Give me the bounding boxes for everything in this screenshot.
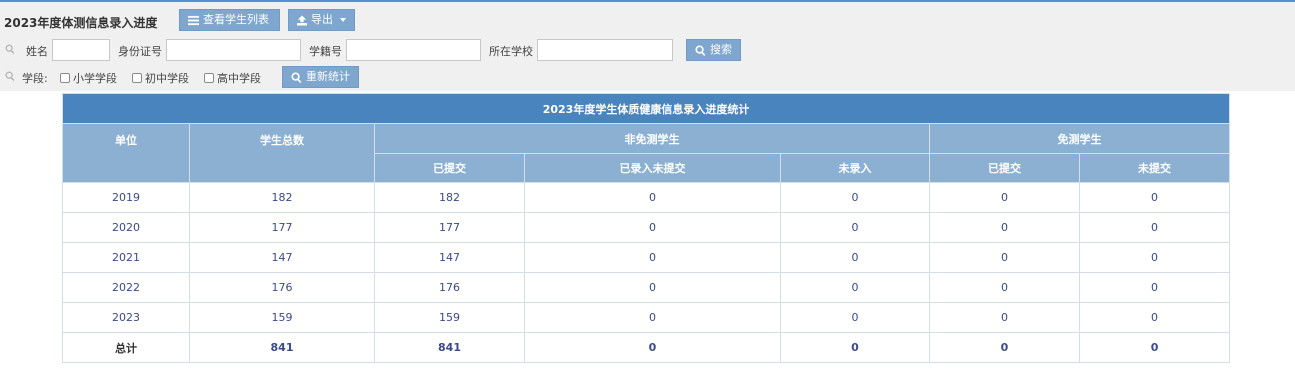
table-cell: 176 — [374, 272, 525, 303]
primary-stage-checkbox[interactable] — [60, 73, 70, 83]
table-cell: 0 — [780, 212, 930, 243]
view-student-list-label: 查看学生列表 — [203, 13, 269, 26]
search-icon — [5, 44, 15, 54]
table-cell: 2020 — [62, 212, 190, 243]
table-row: 2022 176 176 0 0 0 0 — [62, 272, 1231, 303]
table-cell: 0 — [524, 272, 781, 303]
total-row: 总计 841 841 0 0 0 0 — [62, 332, 1231, 363]
total-cell: 0 — [524, 332, 781, 363]
filter-search-icon — [5, 71, 15, 81]
table-cell: 0 — [929, 182, 1080, 213]
table-cell: 0 — [780, 182, 930, 213]
table-row: 2023 159 159 0 0 0 0 — [62, 302, 1231, 333]
junior-stage-label: 初中学段 — [145, 72, 189, 85]
total-label: 总计 — [62, 332, 190, 363]
table-cell: 0 — [1078, 242, 1231, 273]
table-cell: 182 — [374, 182, 525, 213]
search-button[interactable]: 搜索 — [686, 39, 741, 61]
filter-panel: 2023年度体测信息录入进度 查看学生列表 导出 姓名 身份证号 学籍号 所在学… — [0, 2, 1295, 91]
submitted-header: 已提交 — [374, 153, 525, 183]
table-row: 2021 147 147 0 0 0 0 — [62, 242, 1231, 273]
primary-stage-label: 小学学段 — [73, 72, 117, 85]
name-label: 姓名 — [26, 45, 48, 58]
table-cell: 0 — [780, 272, 930, 303]
id-card-input[interactable] — [166, 39, 301, 61]
table-cell: 177 — [374, 212, 525, 243]
table-cell: 2023 — [62, 302, 190, 333]
view-student-list-button[interactable]: 查看学生列表 — [179, 9, 280, 31]
table-cell: 2019 — [62, 182, 190, 213]
chevron-down-icon — [340, 18, 346, 22]
id-card-label: 身份证号 — [118, 45, 162, 58]
exempt-submitted-header: 已提交 — [929, 153, 1080, 183]
table-cell: 0 — [1078, 212, 1231, 243]
table-cell: 0 — [524, 212, 781, 243]
table-cell: 177 — [189, 212, 375, 243]
exempt-not-submitted-header: 未提交 — [1078, 153, 1231, 183]
table-cell: 182 — [189, 182, 375, 213]
total-students-header: 学生总数 — [189, 123, 375, 183]
table-cell: 0 — [524, 182, 781, 213]
table-row: 2019 182 182 0 0 0 0 — [62, 182, 1231, 213]
search-button-label: 搜索 — [710, 43, 732, 56]
table-cell: 0 — [1078, 272, 1231, 303]
table-cell: 0 — [1078, 182, 1231, 213]
table-cell: 0 — [524, 302, 781, 333]
table-cell: 159 — [189, 302, 375, 333]
table-cell: 147 — [374, 242, 525, 273]
unit-header: 单位 — [62, 123, 190, 183]
table-cell: 176 — [189, 272, 375, 303]
table-cell: 0 — [780, 302, 930, 333]
table-cell: 159 — [374, 302, 525, 333]
total-cell: 0 — [1078, 332, 1231, 363]
table-row: 2020 177 177 0 0 0 0 — [62, 212, 1231, 243]
table-cell: 2022 — [62, 272, 190, 303]
table-cell: 0 — [929, 242, 1080, 273]
senior-stage-label: 高中学段 — [217, 72, 261, 85]
table-cell: 0 — [524, 242, 781, 273]
school-input[interactable] — [537, 39, 673, 61]
recount-button-label: 重新统计 — [306, 70, 350, 83]
entered-not-submitted-header: 已录入未提交 — [524, 153, 781, 183]
table-cell: 0 — [929, 212, 1080, 243]
student-no-label: 学籍号 — [309, 45, 342, 58]
not-entered-header: 未录入 — [780, 153, 930, 183]
table-caption: 2023年度学生体质健康信息录入进度统计 — [61, 93, 1231, 124]
table-cell: 2021 — [62, 242, 190, 273]
recount-button[interactable]: 重新统计 — [282, 66, 359, 88]
list-icon — [188, 15, 199, 25]
search-icon — [695, 44, 706, 56]
total-cell: 841 — [189, 332, 375, 363]
table-cell: 0 — [780, 242, 930, 273]
export-label: 导出 — [311, 13, 333, 26]
name-input[interactable] — [52, 39, 110, 61]
progress-table: 2023年度学生体质健康信息录入进度统计 单位 学生总数 非免测学生 免测学生 … — [61, 93, 1231, 363]
search-icon — [291, 71, 302, 83]
school-label: 所在学校 — [489, 45, 533, 58]
junior-stage-checkbox[interactable] — [132, 73, 142, 83]
table-cell: 147 — [189, 242, 375, 273]
table-cell: 0 — [1078, 302, 1231, 333]
page-title: 2023年度体测信息录入进度 — [4, 16, 158, 30]
table-cell: 0 — [929, 302, 1080, 333]
student-no-input[interactable] — [346, 39, 481, 61]
total-cell: 0 — [929, 332, 1080, 363]
non-exempt-header: 非免测学生 — [374, 123, 930, 154]
stage-label: 学段: — [22, 72, 48, 85]
senior-stage-checkbox[interactable] — [204, 73, 214, 83]
upload-icon — [297, 15, 307, 25]
table-cell: 0 — [929, 272, 1080, 303]
total-cell: 0 — [780, 332, 930, 363]
total-cell: 841 — [374, 332, 525, 363]
exempt-header: 免测学生 — [928, 123, 1231, 154]
export-button[interactable]: 导出 — [288, 9, 355, 31]
